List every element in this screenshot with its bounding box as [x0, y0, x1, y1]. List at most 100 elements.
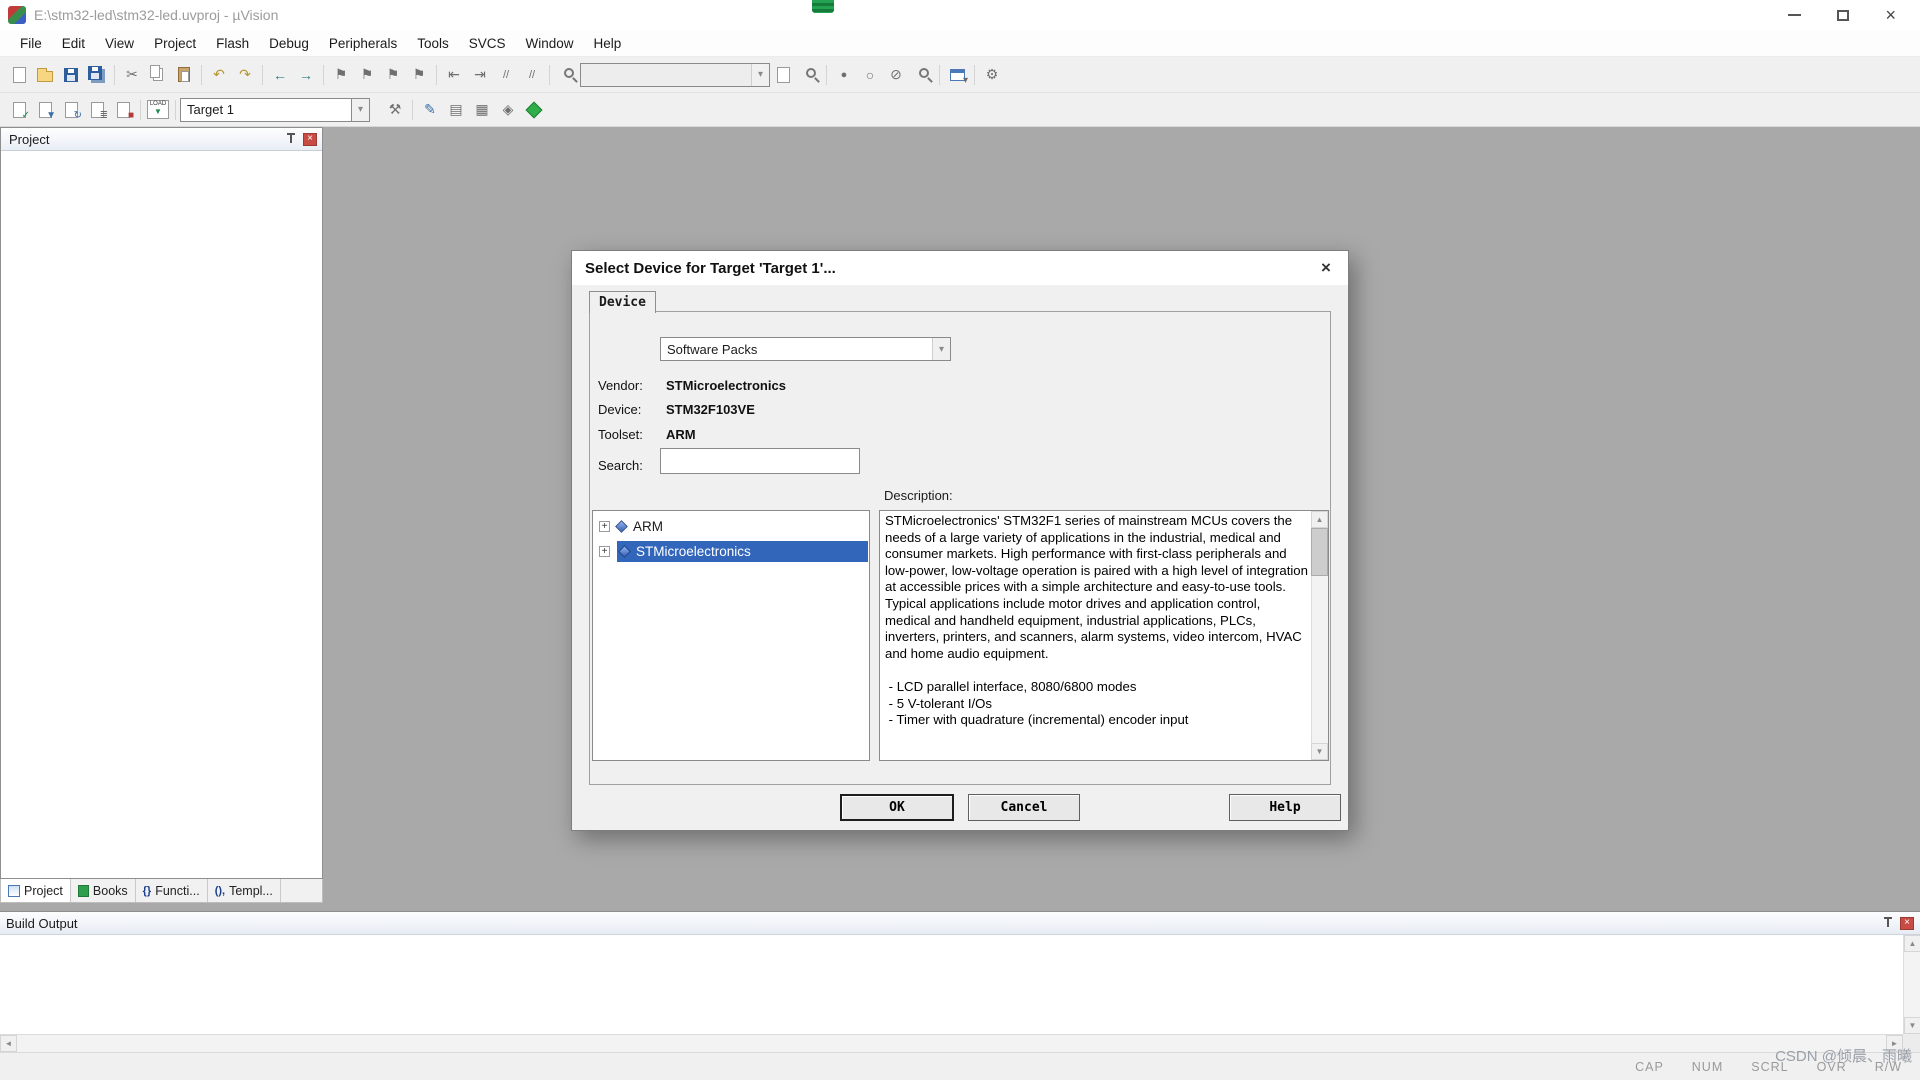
copy-icon[interactable] [145, 62, 171, 88]
stop-build-icon[interactable]: ■ [110, 97, 136, 123]
select-device-icon[interactable]: ◈ [495, 97, 521, 123]
build-output-hscrollbar[interactable]: ◄ ► [0, 1034, 1903, 1052]
menu-peripherals[interactable]: Peripherals [319, 32, 407, 55]
tab-functions[interactable]: {} Functi... [136, 879, 208, 902]
scroll-up-icon[interactable]: ▲ [1904, 935, 1920, 952]
ok-button[interactable]: OK [840, 794, 954, 821]
project-panel-close-button[interactable]: × [303, 133, 317, 146]
bookmark-prev-icon[interactable]: ⚑ [354, 62, 380, 88]
paste-icon[interactable] [171, 62, 197, 88]
multi-project-icon[interactable]: ▦ [469, 97, 495, 123]
minimize-button[interactable] [1788, 14, 1801, 16]
download-icon[interactable]: LOAD ▼ [145, 97, 171, 123]
translate-icon[interactable]: ✓ [6, 97, 32, 123]
cut-icon[interactable]: ✂ [119, 62, 145, 88]
menu-tools[interactable]: Tools [407, 32, 459, 55]
build-output-close-button[interactable]: × [1900, 917, 1914, 930]
close-button[interactable]: × [1885, 6, 1896, 24]
save-icon[interactable] [58, 62, 84, 88]
build-output-title: Build Output [6, 916, 78, 931]
scroll-down-icon[interactable]: ▼ [1904, 1017, 1920, 1034]
scroll-up-icon[interactable]: ▲ [1311, 511, 1328, 528]
configure-wrench-icon[interactable]: ⚙ [979, 62, 1005, 88]
menu-project[interactable]: Project [144, 32, 206, 55]
selected-row-highlight[interactable]: STMicroelectronics [617, 541, 868, 562]
tree-row-arm[interactable]: + ARM [593, 514, 869, 539]
separator [140, 100, 141, 120]
menu-svcs[interactable]: SVCS [459, 32, 516, 55]
chevron-down-icon[interactable]: ▾ [751, 64, 769, 86]
scroll-left-icon[interactable]: ◄ [0, 1035, 17, 1052]
maximize-button[interactable] [1837, 10, 1849, 21]
debug-lens-icon[interactable] [909, 62, 935, 88]
bookmark-next-icon[interactable]: ⚑ [380, 62, 406, 88]
pack-combobox[interactable]: Software Packs ▾ [660, 337, 951, 361]
new-file-icon[interactable] [6, 62, 32, 88]
build-output-header: Build Output × [0, 912, 1920, 935]
file-extensions-icon[interactable]: ✎ [417, 97, 443, 123]
menu-window[interactable]: Window [515, 32, 583, 55]
manage-rte-icon[interactable] [521, 97, 547, 123]
separator [436, 65, 437, 85]
pin-icon[interactable] [285, 133, 297, 145]
save-all-icon[interactable] [84, 62, 110, 88]
tab-books[interactable]: Books [71, 879, 136, 902]
project-panel-body [1, 151, 322, 878]
comment-icon[interactable]: // [493, 62, 519, 88]
target-select[interactable]: Target 1 [180, 98, 352, 122]
menu-file[interactable]: File [10, 32, 52, 55]
indent-icon[interactable]: ⇥ [467, 62, 493, 88]
redo-icon[interactable]: ↷ [232, 62, 258, 88]
help-button[interactable]: Help [1229, 794, 1341, 821]
unindent-icon[interactable]: ⇤ [441, 62, 467, 88]
pin-icon[interactable] [1882, 917, 1894, 929]
breakpoint-toggle-icon[interactable]: ● [831, 62, 857, 88]
batch-build-icon[interactable]: ≣ [84, 97, 110, 123]
manage-project-items-icon[interactable]: ▤ [443, 97, 469, 123]
target-select-dropdown[interactable]: ▾ [352, 98, 370, 122]
breakpoint-kill-all-icon[interactable]: ⊘ [883, 62, 909, 88]
description-scrollbar[interactable]: ▲ ▼ [1311, 511, 1328, 760]
options-for-target-icon[interactable]: ⚒ [382, 97, 408, 123]
expand-plus-icon[interactable]: + [599, 521, 610, 532]
menu-flash[interactable]: Flash [206, 32, 259, 55]
windows-list-icon[interactable]: ▾ [944, 62, 970, 88]
dialog-close-icon[interactable]: × [1304, 251, 1348, 285]
cancel-button[interactable]: Cancel [968, 794, 1080, 821]
scroll-down-icon[interactable]: ▼ [1311, 743, 1328, 760]
tab-device[interactable]: Device [589, 291, 656, 313]
menu-edit[interactable]: Edit [52, 32, 95, 55]
find-next-icon[interactable] [770, 62, 796, 88]
find-combobox[interactable]: ▾ [580, 63, 770, 87]
breakpoint-disable-icon[interactable]: ○ [857, 62, 883, 88]
tab-templates[interactable]: (), Templ... [208, 879, 281, 902]
rebuild-icon[interactable]: ↻ [58, 97, 84, 123]
build-output-vscrollbar[interactable]: ▲ ▼ [1903, 935, 1920, 1034]
expand-plus-icon[interactable]: + [599, 546, 610, 557]
navigate-back-icon[interactable]: ← [267, 62, 293, 88]
menu-debug[interactable]: Debug [259, 32, 319, 55]
watermark: CSDN @倾晨、雨曦 [1775, 1045, 1912, 1066]
menu-help[interactable]: Help [584, 32, 632, 55]
find-in-files-icon[interactable] [554, 62, 580, 88]
open-file-icon[interactable] [32, 62, 58, 88]
incremental-find-icon[interactable] [796, 62, 822, 88]
overlay-app-icon [812, 0, 834, 13]
build-toolbar: ✓ ▼ ↻ ≣ ■ LOAD ▼ Target 1 ▾ ⚒ ✎ ▤ ▦ ◈ [0, 93, 1920, 127]
build-icon[interactable]: ▼ [32, 97, 58, 123]
bookmark-clear-icon[interactable]: ⚑ [406, 62, 432, 88]
scroll-thumb[interactable] [1311, 528, 1328, 576]
search-input[interactable] [660, 448, 860, 474]
separator [323, 65, 324, 85]
undo-icon[interactable]: ↶ [206, 62, 232, 88]
tab-project[interactable]: Project [1, 879, 71, 902]
bookmark-toggle-icon[interactable]: ⚑ [328, 62, 354, 88]
uncomment-icon[interactable]: // [519, 62, 545, 88]
device-value: STM32F103VE [666, 402, 755, 417]
chevron-down-icon[interactable]: ▾ [932, 338, 950, 360]
search-label: Search: [598, 458, 643, 473]
page-icon [777, 67, 790, 83]
tree-row-stmicroelectronics[interactable]: + STMicroelectronics [593, 539, 869, 564]
navigate-forward-icon[interactable]: → [293, 62, 319, 88]
menu-view[interactable]: View [95, 32, 144, 55]
